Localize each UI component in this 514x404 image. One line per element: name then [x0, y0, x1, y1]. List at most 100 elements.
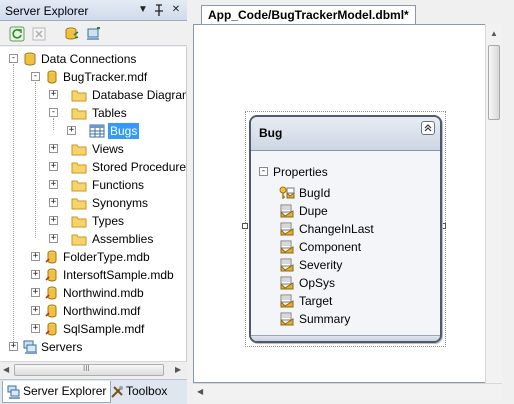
- refresh-icon[interactable]: [8, 25, 26, 43]
- tree-item-label: Northwind.mdb: [63, 286, 144, 300]
- folder-icon: [71, 141, 87, 157]
- scrollbar-thumb[interactable]: [488, 45, 500, 120]
- server-explorer-title: Server Explorer: [5, 4, 89, 18]
- document-tab[interactable]: App_Code/BugTrackerModel.dbml*: [201, 5, 416, 24]
- entity-shape-bug[interactable]: Bug - Properties BugId Dupe ChangeInLast: [249, 115, 442, 343]
- designer-horizontal-scrollbar[interactable]: ◀: [193, 383, 502, 400]
- expand-icon[interactable]: +: [31, 288, 40, 297]
- entity-header[interactable]: Bug: [251, 117, 440, 151]
- designer-canvas[interactable]: Bug - Properties BugId Dupe ChangeInLast: [193, 24, 487, 383]
- server-explorer-titlebar: Server Explorer ▼ ✕: [0, 0, 187, 21]
- scroll-up-icon[interactable]: ▲: [490, 29, 498, 38]
- tree-item-label: FolderType.mdb: [63, 250, 150, 264]
- tree-item-label: Synonyms: [92, 196, 149, 210]
- folder-icon: [71, 213, 87, 229]
- server-explorer-panel: Server Explorer ▼ ✕ - Data Connections -…: [0, 0, 187, 404]
- auto-hide-pin-icon[interactable]: [152, 3, 166, 17]
- tab-server-explorer[interactable]: Server Explorer: [2, 381, 112, 403]
- thumb-grip-label: III: [83, 364, 90, 373]
- property-icon: [279, 203, 295, 219]
- connect-database-icon[interactable]: [62, 25, 80, 43]
- tree-item-label: IntersoftSample.mdb: [63, 268, 174, 282]
- scroll-left-icon[interactable]: ◀: [197, 387, 203, 396]
- collapse-properties-icon[interactable]: -: [259, 167, 268, 176]
- tree-item-label: Views: [92, 142, 124, 156]
- property-label: OpSys: [299, 276, 336, 290]
- folder-icon: [71, 177, 87, 193]
- table-icon: [89, 123, 105, 139]
- tab-label: Server Explorer: [23, 384, 107, 398]
- property-label: Dupe: [299, 204, 328, 218]
- tree-item-label: Servers: [41, 340, 83, 354]
- server-explorer-toolbar: [0, 22, 187, 46]
- property-label: Target: [299, 294, 333, 308]
- database-icon: [44, 267, 60, 283]
- scroll-left-icon[interactable]: ◀: [3, 365, 9, 374]
- tree-item-label: Northwind.mdf: [63, 304, 141, 318]
- property-icon: [279, 239, 295, 255]
- property-icon: [279, 257, 295, 273]
- folder-icon: [71, 105, 87, 121]
- properties-label: Properties: [273, 165, 328, 179]
- property-label: Component: [299, 240, 362, 254]
- expand-icon[interactable]: +: [49, 216, 58, 225]
- entity-name: Bug: [259, 126, 283, 140]
- database-icon: [44, 249, 60, 265]
- folder-icon: [71, 87, 87, 103]
- database-icon: [44, 285, 60, 301]
- window-position-dropdown-icon[interactable]: ▼: [136, 3, 150, 17]
- property-label: Summary: [299, 312, 351, 326]
- expand-icon[interactable]: +: [31, 306, 40, 315]
- folder-icon: [71, 231, 87, 247]
- tree-connector: [13, 64, 14, 346]
- scroll-right-icon[interactable]: ▶: [175, 365, 181, 374]
- expand-icon[interactable]: +: [9, 342, 18, 351]
- property-icon: [279, 293, 295, 309]
- expand-icon[interactable]: +: [49, 198, 58, 207]
- collapse-icon[interactable]: -: [49, 108, 58, 117]
- expand-icon[interactable]: +: [49, 180, 58, 189]
- document-tab-title: App_Code/BugTrackerModel.dbml*: [208, 8, 409, 22]
- tree-item-label: SqlSample.mdf: [63, 322, 145, 336]
- connect-server-icon[interactable]: [84, 25, 102, 43]
- collapse-icon[interactable]: -: [9, 54, 18, 63]
- expand-icon[interactable]: +: [67, 126, 76, 135]
- designer-vertical-scrollbar[interactable]: ▲: [485, 24, 502, 383]
- tree-item-label: BugTracker.mdf: [63, 70, 148, 84]
- tree-connector: [53, 118, 54, 130]
- resize-handle-left[interactable]: [242, 223, 248, 229]
- database-icon: [44, 69, 60, 85]
- server-explorer-tree: - Data Connections - BugTracker.mdf + Da…: [0, 47, 187, 361]
- tree-connector: [35, 82, 36, 238]
- property-label: BugId: [299, 186, 331, 200]
- expand-icon[interactable]: +: [49, 144, 58, 153]
- close-panel-icon[interactable]: ✕: [169, 3, 183, 17]
- tree-item-label: Stored Procedures: [92, 160, 187, 174]
- key-property-icon: [279, 185, 295, 201]
- collapse-entity-icon[interactable]: [421, 121, 435, 135]
- toolbox-icon: [110, 385, 124, 399]
- tree-item-label: Data Connections: [41, 52, 137, 66]
- folder-icon: [71, 195, 87, 211]
- expand-icon[interactable]: +: [49, 234, 58, 243]
- collapse-icon[interactable]: -: [31, 72, 40, 81]
- tree-item-label: Assemblies: [92, 232, 154, 246]
- tab-toolbox[interactable]: Toolbox: [106, 381, 171, 403]
- document-area: App_Code/BugTrackerModel.dbml* Bug - Pro…: [188, 0, 514, 404]
- tab-label: Toolbox: [126, 384, 168, 398]
- property-icon: [279, 275, 295, 291]
- expand-icon[interactable]: +: [31, 324, 40, 333]
- expand-icon[interactable]: +: [31, 252, 40, 261]
- expand-icon[interactable]: +: [31, 270, 40, 279]
- data-connections-icon: [22, 51, 38, 67]
- stop-icon[interactable]: [30, 25, 48, 43]
- expand-icon[interactable]: +: [49, 90, 58, 99]
- entity-footer: [251, 335, 440, 341]
- scrollbar-thumb[interactable]: III: [14, 364, 164, 376]
- server-explorer-horizontal-scrollbar[interactable]: ◀ III ▶: [0, 361, 187, 378]
- expand-icon[interactable]: +: [49, 162, 58, 171]
- tree-item-label: Bugs: [108, 123, 140, 139]
- database-icon: [44, 303, 60, 319]
- servers-icon: [22, 339, 38, 355]
- database-icon: [44, 321, 60, 337]
